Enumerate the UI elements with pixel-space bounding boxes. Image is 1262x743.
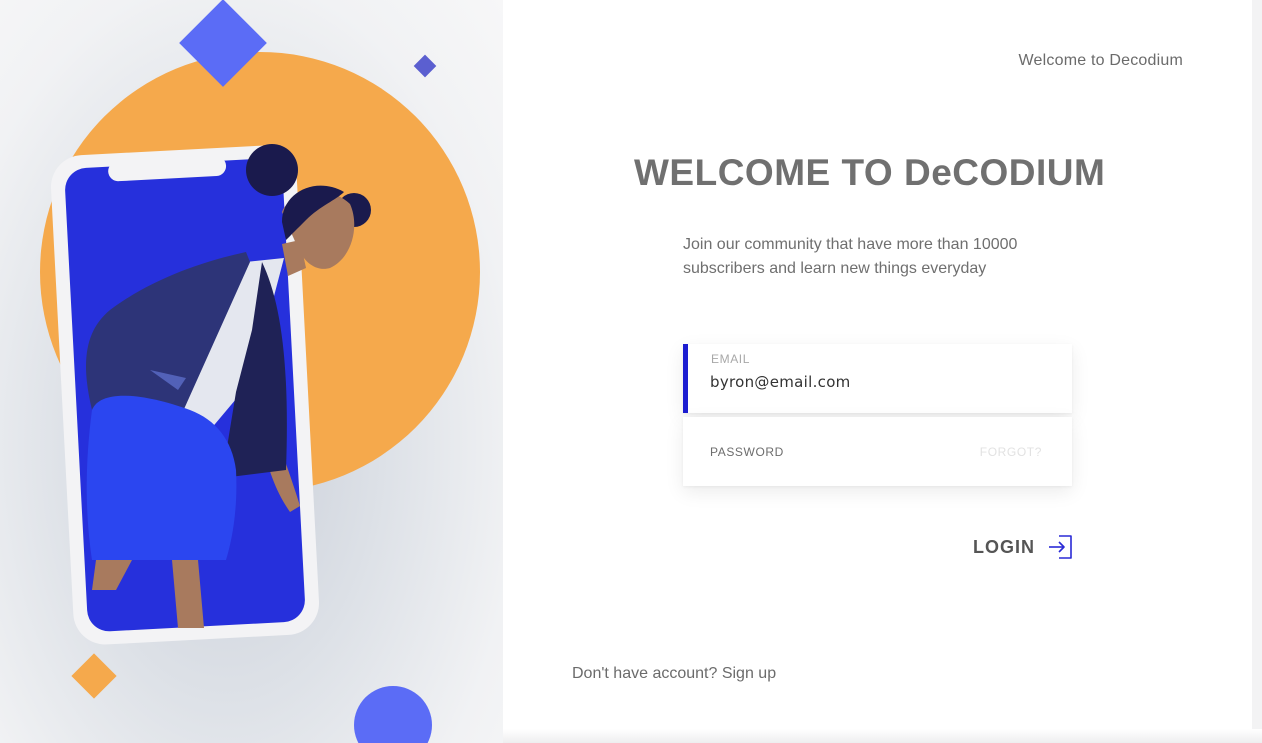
signup-link[interactable]: Sign up (722, 665, 776, 682)
woman-phone-illustration (40, 0, 480, 743)
login-arrow-icon (1047, 533, 1075, 561)
intro-text: Join our community that have more than 1… (683, 233, 1083, 281)
orange-diamond-shape (71, 653, 117, 699)
forgot-password-link[interactable]: FORGOT? (980, 445, 1042, 459)
signup-prompt: Don't have account? Sign up (572, 665, 776, 683)
illustration-panel (0, 0, 503, 743)
password-field[interactable]: PASSWORD FORGOT? (683, 417, 1072, 486)
window-bottom-edge (503, 729, 1262, 743)
intro-line-2: subscribers and learn new things everyda… (683, 260, 987, 277)
email-label: EMAIL (711, 352, 751, 366)
password-input[interactable] (710, 459, 960, 479)
blue-circle-shape (354, 686, 432, 743)
intro-line-1: Join our community that have more than 1… (683, 236, 1018, 253)
email-input[interactable] (710, 371, 1050, 393)
signup-prompt-text: Don't have account? (572, 665, 718, 682)
window-edge (1252, 0, 1262, 743)
login-button[interactable]: LOGIN (968, 530, 1076, 564)
small-diamond-shape (413, 54, 437, 78)
login-page: Welcome to Decodium WELCOME TO DeCODIUM … (0, 0, 1262, 743)
password-label: PASSWORD (710, 445, 784, 459)
page-title: WELCOME TO DeCODIUM (634, 152, 1106, 193)
email-field[interactable]: EMAIL (683, 344, 1072, 413)
login-label: LOGIN (973, 536, 1035, 557)
welcome-link[interactable]: Welcome to Decodium (1019, 52, 1183, 70)
